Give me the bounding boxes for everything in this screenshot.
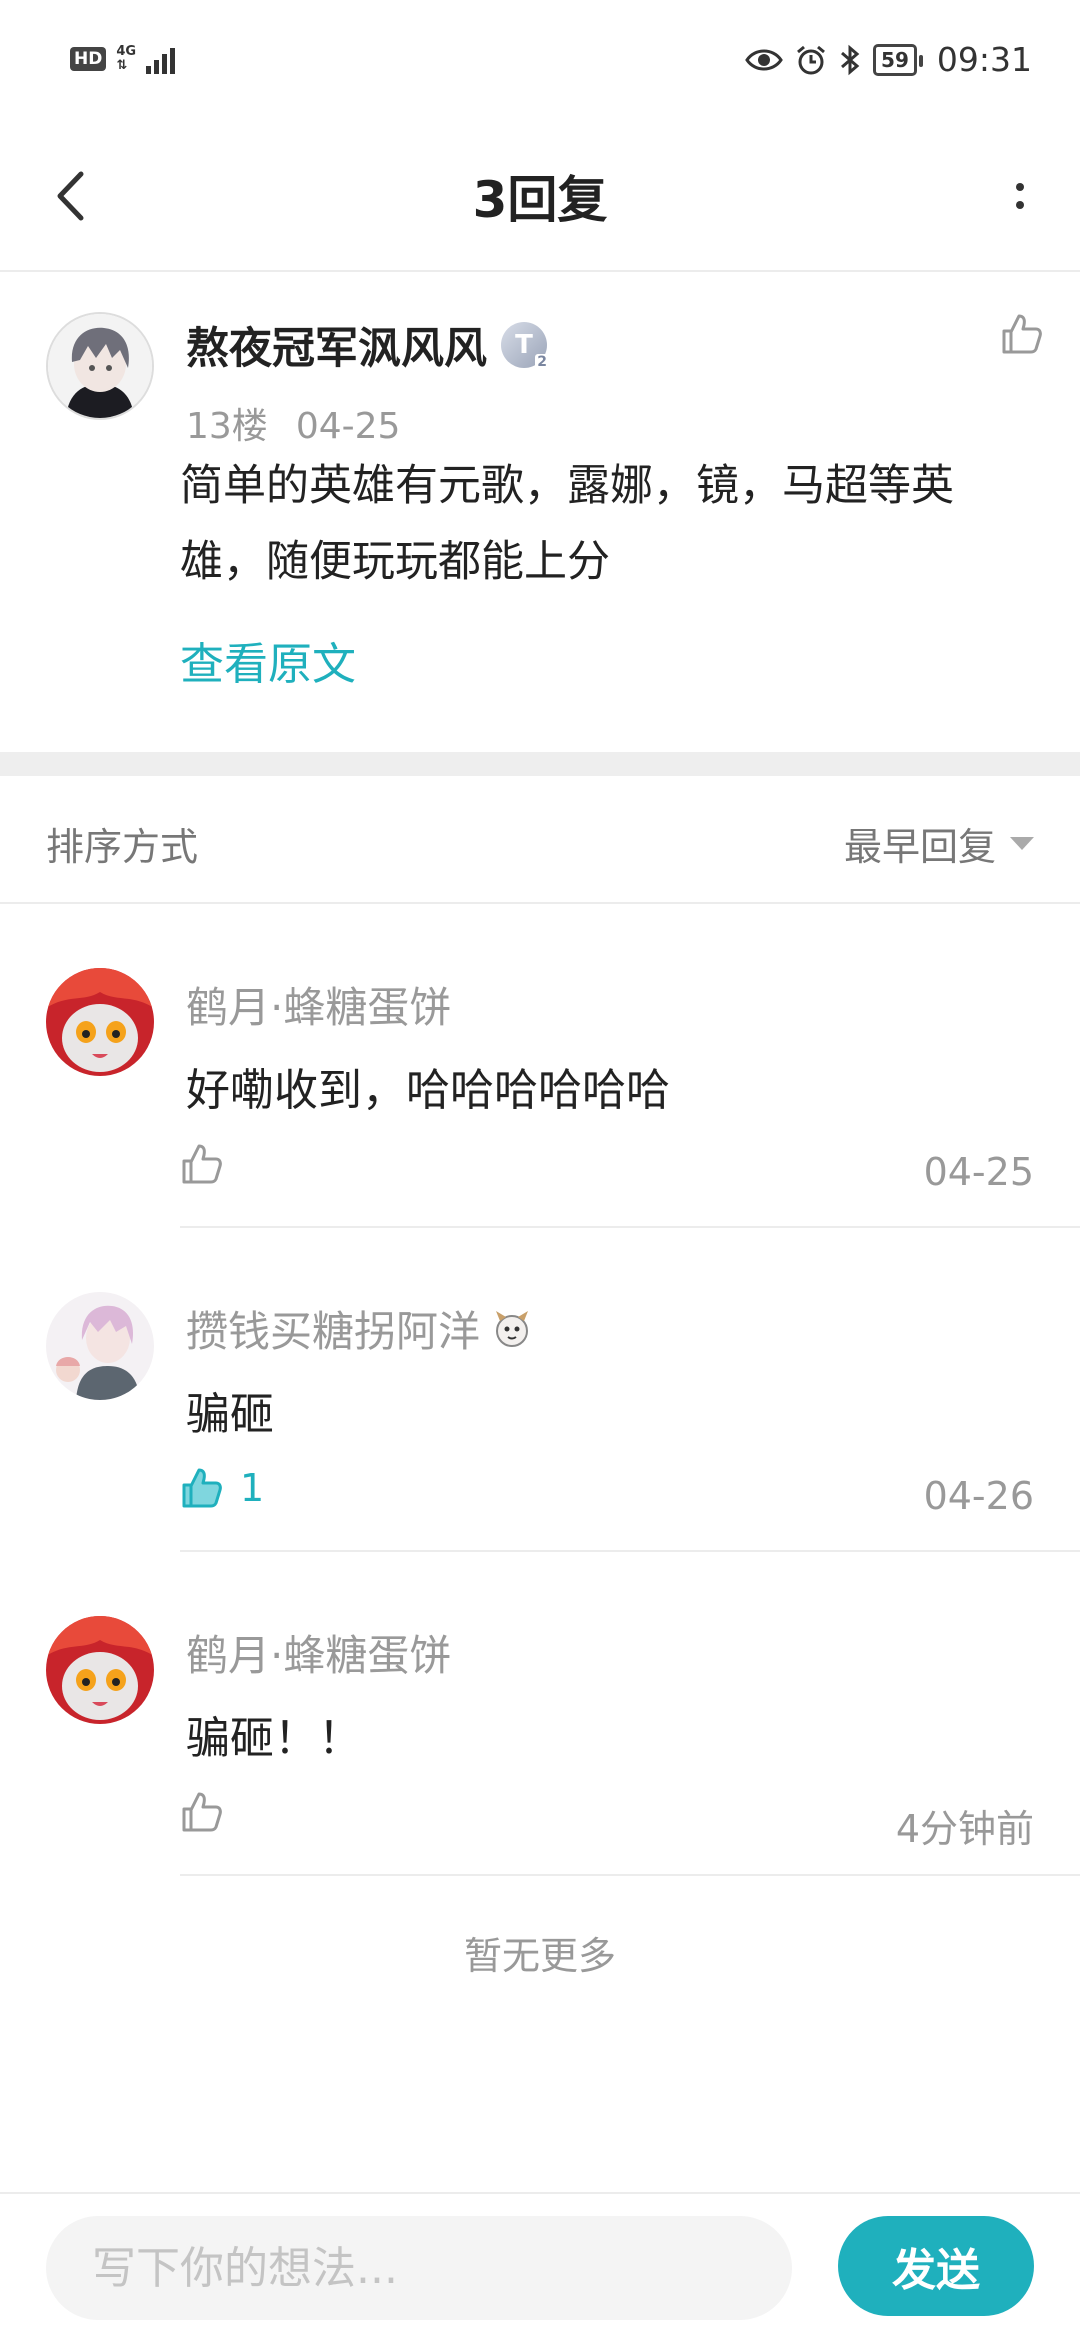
reply-time: 04-26	[923, 1474, 1034, 1518]
author-name: 鹤月·蜂糖蛋饼	[186, 983, 452, 1032]
reply-time: 04-25	[923, 1150, 1034, 1194]
network-indicator: 4G ⇅	[116, 45, 136, 73]
battery-indicator: 59	[873, 43, 923, 76]
top-nav-bar: 3回复	[0, 120, 1080, 272]
badge-level: 2	[535, 354, 549, 370]
reply-content: 骗砸	[186, 1389, 274, 1440]
thumbs-up-icon	[1002, 314, 1042, 354]
network-type: 4G	[116, 44, 137, 59]
original-comment: 熬夜冠军沨风风 T 2 13楼 04-25 简单的英雄有元歌，露娜，镜，马超等英雄…	[0, 272, 1080, 752]
thumbs-up-filled-icon	[182, 1468, 222, 1508]
hd-indicator: HD	[70, 47, 107, 71]
network-arrows-icon: ⇅	[116, 58, 128, 73]
avatar-image	[46, 1616, 154, 1724]
reply-item: 鹤月·蜂糖蛋饼 骗砸！！ 4分钟前	[0, 1552, 1080, 1876]
post-like-button[interactable]	[1000, 312, 1044, 360]
signal-icon	[146, 44, 176, 74]
floor-number: 13楼	[186, 406, 268, 447]
author-name: 鹤月·蜂糖蛋饼	[186, 1631, 452, 1680]
comment-input[interactable]	[46, 2216, 792, 2320]
reply-author[interactable]: 攒钱买糖拐阿洋	[186, 1298, 534, 1359]
more-dot-icon	[1016, 183, 1024, 191]
avatar[interactable]	[46, 1292, 154, 1400]
view-original-link[interactable]: 查看原文	[180, 628, 356, 692]
reply-author[interactable]: 鹤月·蜂糖蛋饼	[186, 974, 451, 1035]
author-name: 攒钱买糖拐阿洋	[186, 1307, 481, 1356]
like-count: 1	[240, 1466, 265, 1510]
sort-bar: 排序方式 最早回复	[0, 776, 1080, 904]
avatar[interactable]	[46, 312, 154, 420]
level-badge-icon: T 2	[501, 322, 549, 370]
more-dot-icon	[1016, 201, 1024, 209]
thumbs-up-icon	[182, 1792, 222, 1832]
avatar-image	[48, 314, 152, 418]
bluetooth-icon	[841, 44, 860, 75]
post-meta: 13楼 04-25	[186, 397, 428, 449]
avatar-image	[46, 968, 154, 1076]
page-title: 3回复	[472, 171, 608, 229]
reply-time: 4分钟前	[895, 1807, 1034, 1851]
eye-icon	[745, 49, 783, 70]
reply-like-button[interactable]	[180, 1790, 240, 1834]
reply-like-button[interactable]: 1	[180, 1466, 264, 1510]
sort-dropdown[interactable]: 最早回复	[844, 816, 1034, 871]
section-divider	[0, 752, 1080, 776]
mascot-badge-icon	[496, 1310, 529, 1347]
reply-content: 骗砸！！	[186, 1713, 362, 1764]
post-author[interactable]: 熬夜冠军沨风风 T 2	[186, 314, 549, 376]
post-content: 简单的英雄有元歌，露娜，镜，马超等英雄，随便玩玩都能上分	[180, 461, 954, 587]
avatar[interactable]	[46, 968, 154, 1076]
comment-composer: 发送	[0, 2192, 1080, 2342]
status-right: 59 09:31	[745, 40, 1032, 79]
alarm-icon	[797, 45, 826, 74]
author-name: 熬夜冠军沨风风	[186, 324, 487, 374]
clock: 09:31	[936, 40, 1032, 79]
avatar[interactable]	[46, 1616, 154, 1724]
avatar-image	[46, 1292, 154, 1400]
sort-label: 排序方式	[46, 825, 199, 869]
end-of-list-note: 暂无更多	[463, 1934, 616, 1978]
reply-item: 鹤月·蜂糖蛋饼 好嘞收到，哈哈哈哈哈哈 04-25	[0, 904, 1080, 1228]
row-divider	[180, 1874, 1080, 1876]
post-date: 04-25	[295, 406, 401, 447]
badge-letter: T	[515, 330, 533, 360]
more-options-button[interactable]	[990, 156, 1050, 236]
reply-content: 好嘞收到，哈哈哈哈哈哈	[186, 1065, 670, 1116]
status-bar: HD 4G ⇅ 59 09:31	[0, 0, 1080, 120]
thumbs-up-icon	[182, 1144, 222, 1184]
status-left: HD 4G ⇅	[70, 44, 176, 74]
reply-item: 攒钱买糖拐阿洋 骗砸 1 04-26	[0, 1228, 1080, 1552]
reply-like-button[interactable]	[180, 1142, 240, 1186]
reply-author[interactable]: 鹤月·蜂糖蛋饼	[186, 1622, 451, 1683]
caret-down-icon	[1010, 837, 1034, 850]
send-button[interactable]: 发送	[838, 2216, 1034, 2316]
sort-selected-value: 最早回复	[843, 825, 996, 869]
